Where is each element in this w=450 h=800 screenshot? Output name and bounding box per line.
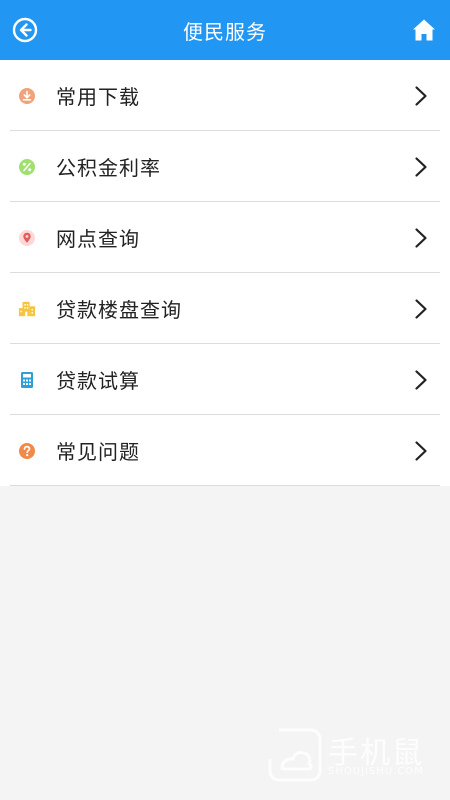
watermark-subtext: SHOUJISHU.COM: [328, 766, 424, 777]
list-item-label: 常见问题: [56, 440, 140, 464]
list-item-loan-property-search[interactable]: 贷款楼盘查询: [0, 273, 450, 344]
question-icon: [18, 442, 36, 460]
list-item-label: 贷款试算: [56, 369, 140, 393]
list-item-downloads[interactable]: 常用下载: [0, 60, 450, 131]
home-icon: [413, 19, 435, 41]
watermark: 手机鼠 SHOUJISHU.COM: [266, 726, 436, 786]
chevron-right-icon: [415, 298, 427, 319]
top-bar: 便民服务: [0, 0, 450, 60]
watermark-logo-icon: [268, 728, 322, 782]
chevron-right-icon: [415, 369, 427, 390]
list-item-faq[interactable]: 常见问题: [0, 415, 450, 486]
list-item-fund-rate[interactable]: 公积金利率: [0, 131, 450, 202]
chevron-right-icon: [415, 440, 427, 461]
list-item-label: 公积金利率: [56, 156, 161, 180]
location-pin-icon: [18, 229, 36, 247]
list-item-label: 贷款楼盘查询: [56, 298, 182, 322]
chevron-right-icon: [415, 227, 427, 248]
list-item-branch-search[interactable]: 网点查询: [0, 202, 450, 273]
list-item-loan-calculator[interactable]: 贷款试算: [0, 344, 450, 415]
list-item-label: 网点查询: [56, 227, 140, 251]
building-icon: [18, 300, 36, 318]
percent-icon: [18, 158, 36, 176]
list-item-label: 常用下载: [56, 85, 140, 109]
page-title: 便民服务: [183, 19, 267, 44]
chevron-right-icon: [415, 156, 427, 177]
back-button[interactable]: [12, 17, 38, 43]
download-icon: [18, 87, 36, 105]
calculator-icon: [18, 371, 36, 389]
back-arrow-circle-icon: [12, 17, 38, 43]
home-button[interactable]: [410, 16, 438, 44]
service-list: 常用下载 公积金利率 网点查询 贷款楼盘查询 贷款试算 常见问题: [0, 60, 450, 486]
chevron-right-icon: [415, 85, 427, 106]
